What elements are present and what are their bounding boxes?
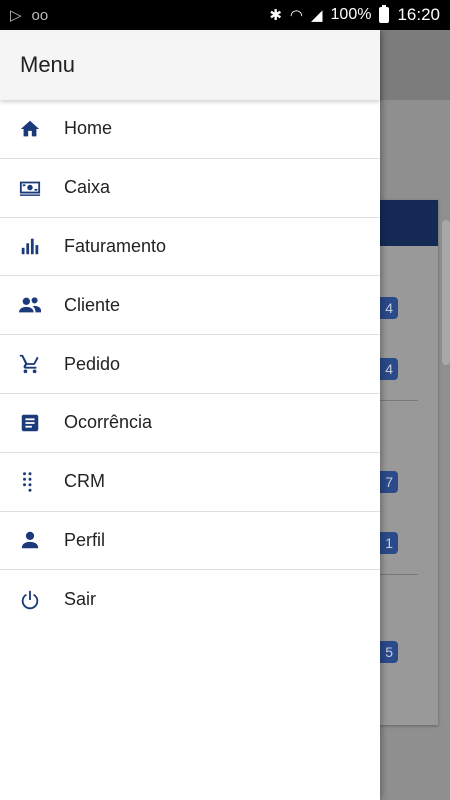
menu-item-label: Sair bbox=[64, 589, 97, 610]
menu-item-sair[interactable]: Sair bbox=[0, 570, 380, 629]
menu-item-label: CRM bbox=[64, 471, 105, 492]
voicemail-icon: oo bbox=[31, 6, 49, 24]
people-icon bbox=[18, 293, 42, 317]
battery-icon bbox=[379, 5, 390, 23]
battery-percent: 100% bbox=[330, 6, 372, 23]
wifi-icon: ◠ bbox=[289, 7, 303, 24]
menu-item-faturamento[interactable]: Faturamento bbox=[0, 218, 380, 277]
document-icon bbox=[18, 411, 42, 435]
menu-item-crm[interactable]: CRM bbox=[0, 453, 380, 512]
bar-chart-icon bbox=[18, 234, 42, 258]
status-left: ▷ oo bbox=[10, 6, 49, 25]
cash-icon bbox=[18, 176, 42, 200]
person-icon bbox=[18, 528, 42, 552]
cart-icon bbox=[18, 352, 42, 376]
menu-item-pedido[interactable]: Pedido bbox=[0, 335, 380, 394]
home-icon bbox=[18, 117, 42, 141]
menu-item-cliente[interactable]: Cliente bbox=[0, 276, 380, 336]
menu-item-perfil[interactable]: Perfil bbox=[0, 512, 380, 571]
menu-item-label: Cliente bbox=[64, 294, 121, 315]
menu-item-label: Pedido bbox=[64, 353, 121, 374]
menu-item-label: Ocorrência bbox=[64, 412, 153, 433]
menu-item-label: Caixa bbox=[64, 177, 111, 198]
menu-item-home[interactable]: Home bbox=[0, 100, 380, 159]
menu-item-caixa[interactable]: Caixa bbox=[0, 159, 380, 218]
menu-list: Home Caixa Faturamento Cliente Pedido Oc… bbox=[0, 100, 380, 629]
menu-item-label: Perfil bbox=[64, 529, 106, 550]
dialpad-icon bbox=[18, 470, 42, 494]
menu-item-ocorrencia[interactable]: Ocorrência bbox=[0, 394, 380, 453]
play-store-icon: ▷ bbox=[10, 7, 22, 24]
background-scroll-handle bbox=[442, 220, 450, 365]
drawer-header: Menu bbox=[0, 30, 380, 100]
power-icon bbox=[18, 588, 42, 612]
drawer-title: Menu bbox=[20, 52, 76, 77]
status-bar: ▷ oo ✱ ◠ ◢ 100% 16:20 bbox=[0, 0, 450, 30]
bluetooth-icon: ✱ bbox=[269, 7, 282, 24]
signal-icon: ◢ bbox=[310, 7, 323, 24]
navigation-drawer: Menu Home Caixa Faturamento Cliente Pedi… bbox=[0, 30, 380, 800]
menu-item-label: Home bbox=[64, 118, 113, 139]
status-right: ✱ ◠ ◢ 100% 16:20 bbox=[269, 5, 440, 25]
clock: 16:20 bbox=[397, 5, 440, 24]
menu-item-label: Faturamento bbox=[64, 235, 167, 256]
